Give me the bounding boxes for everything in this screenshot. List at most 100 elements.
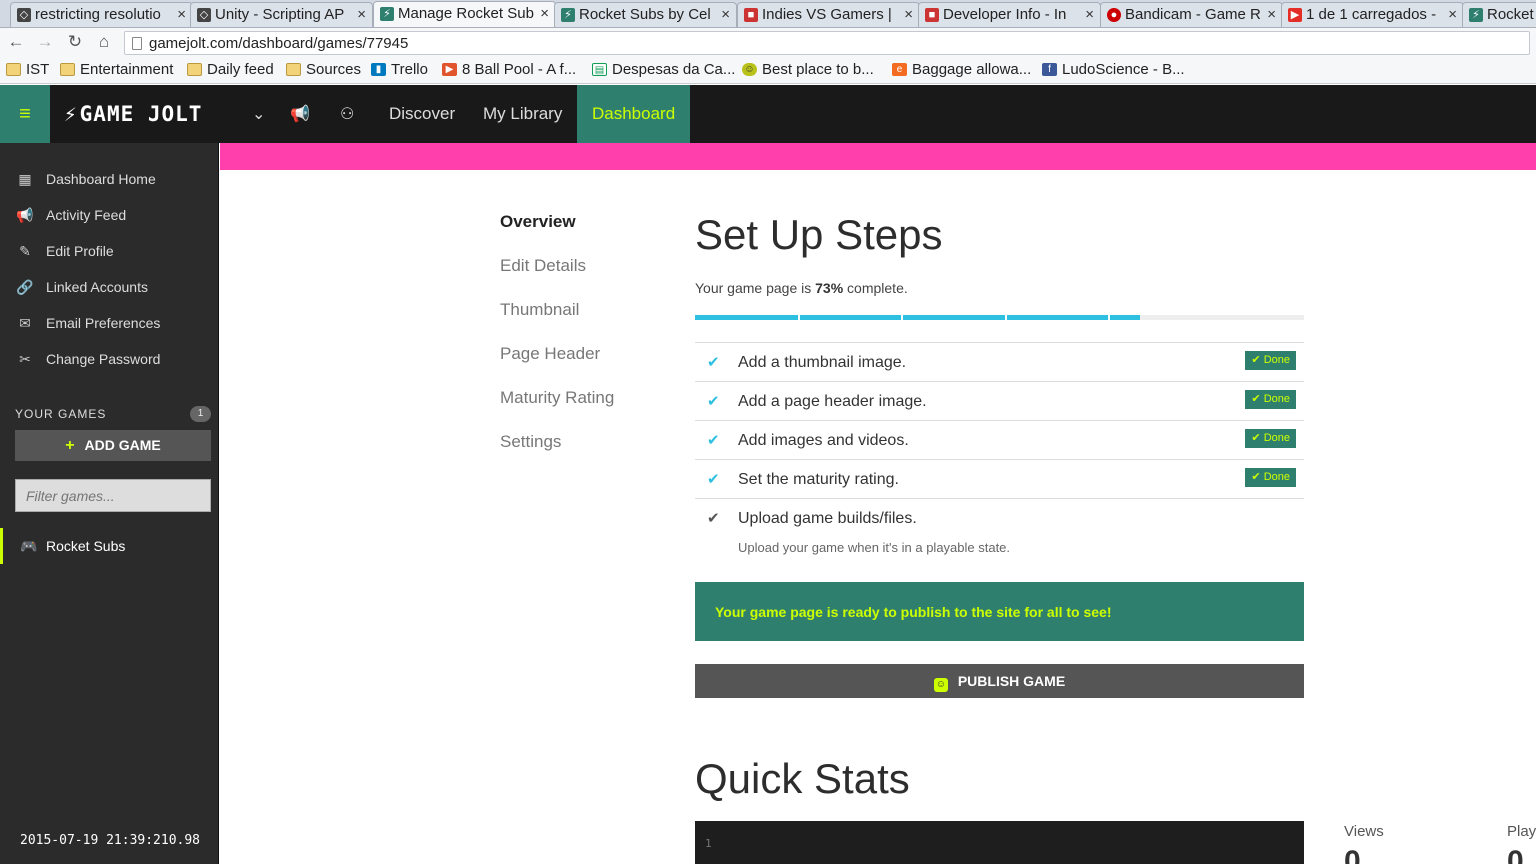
subnav-maturity-rating[interactable]: Maturity Rating	[500, 388, 614, 408]
subnav-settings[interactable]: Settings	[500, 432, 561, 452]
browser-tab[interactable]: ⚡ Rocket	[1462, 2, 1536, 27]
setup-step: ✔ Add images and videos. ✔ Done	[695, 420, 1304, 459]
bookmark-link[interactable]: f LudoScience - B...	[1042, 61, 1185, 78]
subnav-thumbnail[interactable]: Thumbnail	[500, 300, 579, 320]
bookmark-folder[interactable]: Entertainment	[60, 61, 173, 78]
browser-tab-active[interactable]: ⚡ Manage Rocket Sub ×	[373, 1, 556, 27]
back-icon[interactable]: ←	[6, 32, 26, 52]
bookmarks-bar: IST Entertainment Daily feed Sources ▮ Tr…	[0, 57, 1536, 84]
bookmark-folder[interactable]: Daily feed	[187, 61, 274, 78]
step-label[interactable]: Add a thumbnail image.	[738, 354, 906, 372]
done-badge: ✔ Done	[1245, 429, 1296, 448]
pencil-icon: ✎	[19, 243, 31, 259]
browser-tab[interactable]: ■ Indies VS Gamers | ×	[737, 2, 920, 27]
bookmark-label: IST	[26, 61, 50, 78]
folder-icon	[187, 63, 202, 76]
gamepad-icon: 🎮	[20, 538, 38, 554]
gamejolt-logo[interactable]: ⚡GAME JOLT	[64, 103, 202, 125]
home-icon[interactable]: ⌂	[94, 32, 114, 52]
reload-icon[interactable]: ↻	[65, 32, 85, 52]
sidebar-item-edit-profile[interactable]: ✎ Edit Profile	[0, 233, 218, 269]
tools-icon: ✂	[19, 351, 31, 367]
bookmark-link[interactable]: e Baggage allowa...	[892, 61, 1031, 78]
done-label: Done	[1263, 354, 1290, 366]
nav-discover[interactable]: Discover	[374, 85, 470, 143]
filter-games-input[interactable]	[15, 479, 211, 512]
sidebar-game-rocket-subs[interactable]: 🎮 Rocket Subs	[0, 528, 218, 564]
chevron-down-icon[interactable]: ⌄	[252, 104, 265, 124]
bookmark-label: Baggage allowa...	[912, 61, 1032, 78]
browser-tab[interactable]: ◇ restricting resolutio ×	[10, 2, 193, 27]
site-navbar: ≡ ⚡GAME JOLT ⌄ 📢 ⚇ Discover My Library D…	[0, 85, 1536, 143]
tab-close-icon[interactable]: ×	[357, 6, 366, 23]
done-label: Done	[1263, 393, 1290, 405]
sidebar-item-change-password[interactable]: ✂ Change Password	[0, 341, 218, 377]
progress-prefix: Your game page is	[695, 280, 816, 296]
nav-my-library[interactable]: My Library	[468, 85, 577, 143]
bookmark-link[interactable]: ▶ 8 Ball Pool - A f...	[442, 61, 576, 78]
browser-tab[interactable]: ■ Developer Info - In ×	[918, 2, 1101, 27]
tab-close-icon[interactable]: ×	[1448, 6, 1457, 23]
setup-step: ✔ Set the maturity rating. ✔ Done	[695, 459, 1304, 498]
browser-tab[interactable]: ▶ 1 de 1 carregados - ×	[1281, 2, 1464, 27]
add-game-button[interactable]: + ADD GAME	[15, 430, 211, 461]
subnav-edit-details[interactable]: Edit Details	[500, 256, 586, 276]
sidebar-item-label: Edit Profile	[46, 243, 114, 259]
step-label[interactable]: Add images and videos.	[738, 432, 909, 450]
your-games-heading: YOUR GAMES	[15, 407, 107, 421]
bookmark-label: Entertainment	[80, 61, 174, 78]
subnav-page-header[interactable]: Page Header	[500, 344, 600, 364]
step-label[interactable]: Set the maturity rating.	[738, 471, 899, 489]
progress-text: Your game page is 73% complete.	[695, 280, 908, 296]
tab-title: Unity - Scripting AP	[215, 6, 345, 23]
progress-suffix: complete.	[843, 280, 908, 296]
sidebar-item-email-preferences[interactable]: ✉ Email Preferences	[0, 305, 218, 341]
tab-close-icon[interactable]: ×	[177, 6, 186, 23]
setup-step: ✔ Add a thumbnail image. ✔ Done	[695, 342, 1304, 381]
browser-tab[interactable]: ⚡ Rocket Subs by Cel ×	[554, 2, 737, 27]
tab-close-icon[interactable]: ×	[1085, 6, 1094, 23]
sidebar-item-label: Activity Feed	[46, 207, 127, 223]
sidebar-item-dashboard-home[interactable]: ▦ Dashboard Home	[0, 161, 218, 197]
progress-percent: 73%	[815, 280, 844, 296]
main-content: Overview Edit Details Thumbnail Page Hea…	[220, 143, 1536, 864]
step-label[interactable]: Add a page header image.	[738, 393, 927, 411]
bookmark-link[interactable]: ☺ Best place to b...	[742, 61, 874, 78]
subnav-overview[interactable]: Overview	[500, 212, 576, 232]
tab-close-icon[interactable]: ×	[721, 6, 730, 23]
megaphone-icon[interactable]: 📢	[290, 104, 310, 124]
friends-icon[interactable]: ⚇	[340, 104, 354, 124]
tab-close-icon[interactable]: ×	[1267, 6, 1276, 23]
tab-close-icon[interactable]: ×	[904, 6, 913, 23]
nav-dashboard[interactable]: Dashboard	[577, 85, 691, 143]
ready-to-publish-alert: Your game page is ready to publish to th…	[695, 582, 1304, 641]
bookmark-link[interactable]: ▤ Despesas da Ca...	[592, 61, 735, 78]
stat-plays-value: 0	[1507, 845, 1524, 864]
tab-title: Indies VS Gamers |	[762, 6, 892, 23]
sidebar-item-label: Change Password	[46, 351, 161, 367]
browser-tab[interactable]: ● Bandicam - Game R ×	[1100, 2, 1283, 27]
menu-icon[interactable]: ≡	[0, 85, 50, 143]
bookmark-link[interactable]: ▮ Trello	[371, 61, 428, 78]
publish-game-button[interactable]: ☺ PUBLISH GAME	[695, 664, 1304, 698]
bolt-icon: ⚡	[64, 102, 78, 126]
address-bar[interactable]: gamejolt.com/dashboard/games/77945	[124, 31, 1530, 55]
gamejolt-icon: ⚡	[561, 8, 575, 22]
forward-icon[interactable]: →	[35, 32, 55, 52]
trello-icon: ▮	[371, 63, 386, 76]
done-badge: ✔ Done	[1245, 468, 1296, 487]
step-label[interactable]: Upload game builds/files.	[738, 510, 917, 528]
sidebar-item-activity-feed[interactable]: 📢 Activity Feed	[0, 197, 218, 233]
tab-title: restricting resolutio	[35, 6, 161, 23]
tab-close-icon[interactable]: ×	[540, 5, 549, 22]
smiley-icon: ☺	[742, 63, 757, 76]
bookmark-folder[interactable]: IST	[6, 61, 49, 78]
url-text: gamejolt.com/dashboard/games/77945	[149, 35, 409, 52]
publish-label: PUBLISH GAME	[957, 673, 1066, 689]
bookmark-folder[interactable]: Sources	[286, 61, 361, 78]
check-icon: ✔	[707, 393, 720, 410]
browser-tab[interactable]: ◇ Unity - Scripting AP ×	[190, 2, 373, 27]
sidebar-item-linked-accounts[interactable]: 🔗 Linked Accounts	[0, 269, 218, 305]
folder-icon	[286, 63, 301, 76]
timestamp-overlay: 2015-07-19 21:39:210.98	[20, 833, 201, 848]
